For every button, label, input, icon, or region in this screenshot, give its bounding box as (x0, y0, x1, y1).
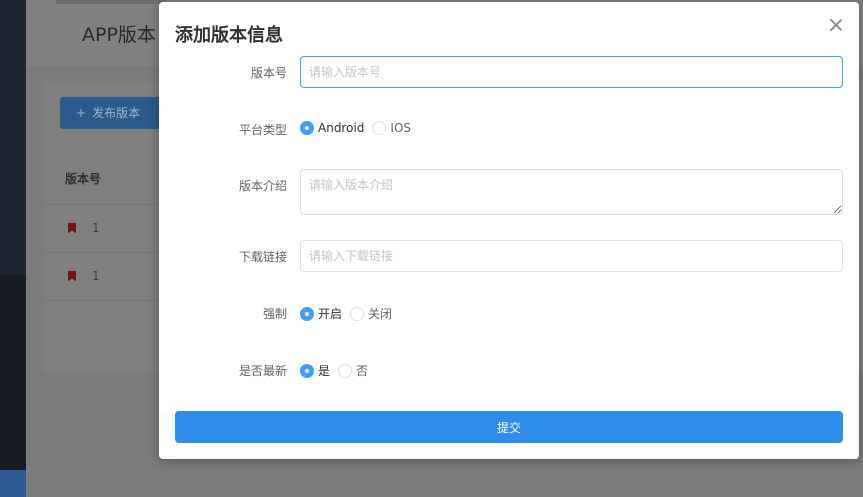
bookmark-icon (68, 222, 76, 234)
dialog-title: 添加版本信息 (175, 25, 283, 46)
row-divider (44, 300, 164, 301)
publish-version-button[interactable]: + 发布版本 (60, 97, 160, 129)
radio-android-label: Android (318, 121, 365, 135)
platform-radio-group: Android IOS (300, 121, 419, 135)
bookmark-icon (68, 270, 76, 282)
force-radio-group: 开启 关闭 (300, 305, 400, 322)
radio-ios-label: IOS (390, 121, 412, 135)
radio-force-on[interactable]: 开启 (300, 305, 342, 322)
intro-label: 版本介绍 (238, 179, 287, 193)
radio-latest-no[interactable]: 否 (338, 362, 368, 379)
table-cell-version: 1 (92, 269, 100, 283)
intro-textarea[interactable] (300, 169, 843, 215)
add-version-dialog: 添加版本信息 版本号 平台类型 Android IOS 版本介绍 下载链接 强制… (159, 2, 859, 459)
table-row: 1 (68, 269, 100, 283)
force-label: 强制 (262, 307, 287, 321)
radio-unchecked-icon (350, 306, 365, 321)
table-row: 1 (68, 221, 100, 235)
row-divider (44, 252, 164, 253)
latest-label: 是否最新 (238, 364, 287, 378)
plus-icon: + (76, 106, 87, 120)
radio-force-off-label: 关闭 (368, 307, 393, 321)
submit-button[interactable]: 提交 (175, 411, 843, 443)
platform-label: 平台类型 (238, 123, 287, 137)
header-tab-line (56, 0, 166, 4)
radio-latest-yes[interactable]: 是 (300, 362, 330, 379)
radio-ios[interactable]: IOS (372, 121, 411, 135)
radio-latest-no-label: 否 (356, 364, 369, 378)
radio-force-on-label: 开启 (318, 307, 343, 321)
download-link-input[interactable] (300, 240, 843, 272)
radio-latest-yes-label: 是 (318, 364, 331, 378)
radio-checked-icon (300, 363, 314, 378)
sidebar-active-item[interactable] (0, 470, 26, 497)
link-label: 下载链接 (238, 250, 287, 264)
sidebar-section (0, 275, 26, 470)
close-icon[interactable] (827, 16, 845, 34)
radio-checked-icon (300, 306, 314, 321)
row-divider (44, 204, 164, 205)
version-input[interactable] (300, 56, 843, 88)
version-label: 版本号 (250, 66, 287, 80)
page-title: APP版本 (82, 24, 156, 46)
publish-version-label: 发布版本 (92, 106, 141, 120)
sidebar (0, 0, 26, 497)
radio-unchecked-icon (338, 363, 353, 378)
column-header-version: 版本号 (65, 172, 102, 186)
radio-unchecked-icon (372, 121, 387, 135)
radio-force-off[interactable]: 关闭 (350, 305, 392, 322)
radio-checked-icon (300, 121, 314, 135)
radio-android[interactable]: Android (300, 121, 364, 135)
latest-radio-group: 是 否 (300, 362, 376, 379)
table-cell-version: 1 (92, 221, 100, 235)
